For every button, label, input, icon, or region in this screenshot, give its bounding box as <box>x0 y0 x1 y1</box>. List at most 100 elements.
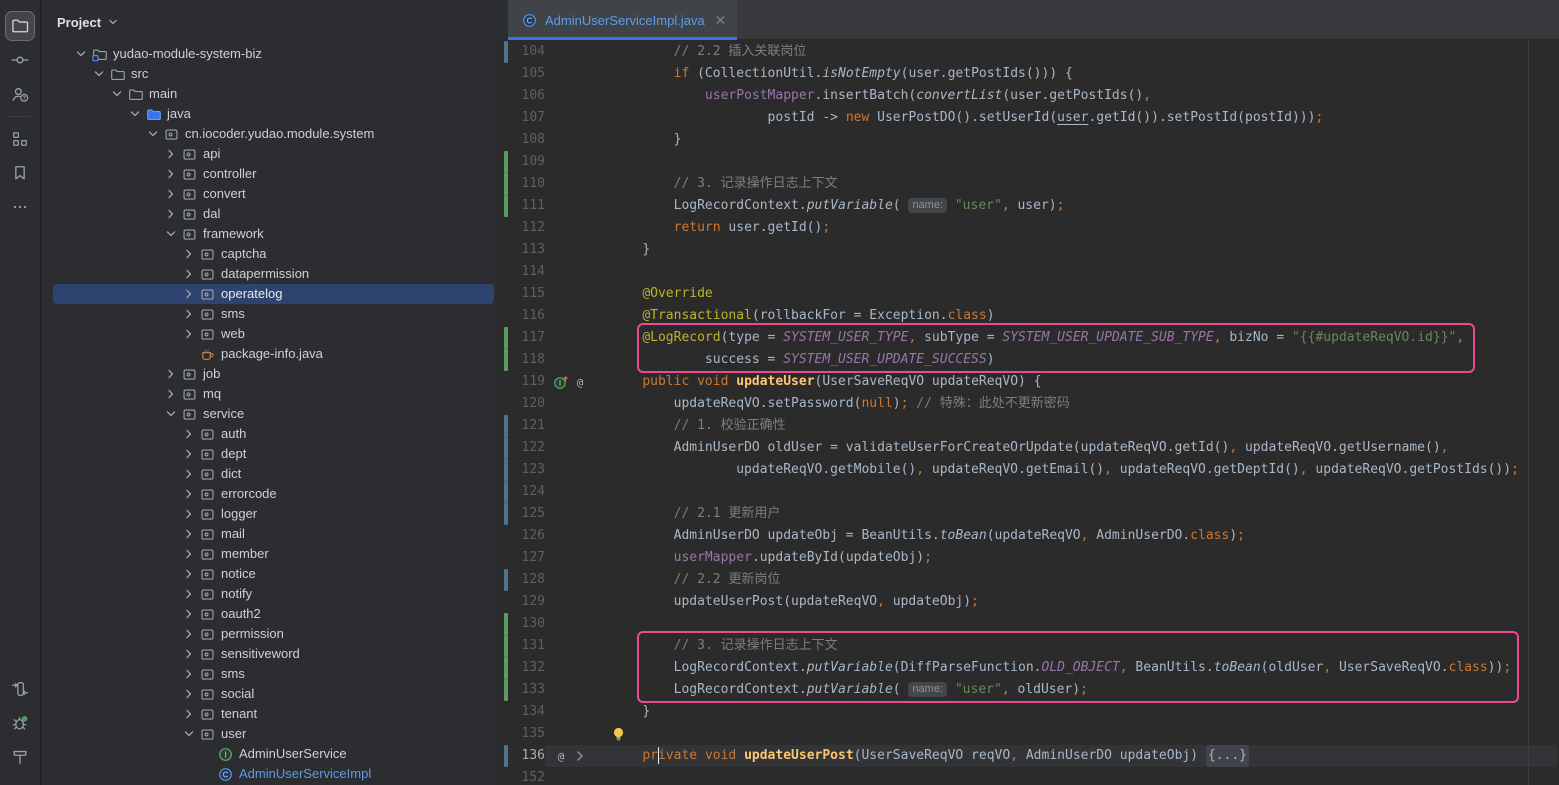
line-number[interactable]: 131 <box>497 635 545 657</box>
line-number[interactable]: 119 <box>497 371 545 393</box>
tree-item-user[interactable]: user <box>53 724 494 744</box>
line-number[interactable]: 112 <box>497 217 545 239</box>
tree-item-api[interactable]: api <box>53 144 494 164</box>
line-number[interactable]: 109 <box>497 151 545 173</box>
line-number[interactable]: 129 <box>497 591 545 613</box>
tree-item-oauth2[interactable]: oauth2 <box>53 604 494 624</box>
tree-item-logger[interactable]: logger <box>53 504 494 524</box>
chevron-right-icon[interactable] <box>163 146 179 162</box>
chevron-right-icon[interactable] <box>181 426 197 442</box>
line-number[interactable]: 121 <box>497 415 545 437</box>
chevron-down-icon[interactable] <box>145 126 161 142</box>
chevron-down-icon[interactable] <box>181 726 197 742</box>
line-number[interactable]: 111 <box>497 195 545 217</box>
chevron-down-icon[interactable] <box>109 86 125 102</box>
chevron-right-icon[interactable] <box>181 246 197 262</box>
line-number[interactable]: 106 <box>497 85 545 107</box>
chevron-right-icon[interactable] <box>181 526 197 542</box>
chevron-right-icon[interactable] <box>163 386 179 402</box>
bookmarks-tool-icon[interactable] <box>6 159 34 187</box>
annotation-gutter-icon[interactable]: @ <box>553 748 569 764</box>
editor-scrollbar[interactable] <box>1528 40 1529 785</box>
line-number[interactable]: 127 <box>497 547 545 569</box>
line-number[interactable]: 120 <box>497 393 545 415</box>
chevron-right-icon[interactable] <box>163 366 179 382</box>
line-number[interactable]: 105 <box>497 63 545 85</box>
chevron-right-icon[interactable] <box>181 566 197 582</box>
tree-item-sms[interactable]: sms <box>53 664 494 684</box>
chevron-right-icon[interactable] <box>181 326 197 342</box>
tree-item-notify[interactable]: notify <box>53 584 494 604</box>
chevron-right-icon[interactable] <box>181 446 197 462</box>
chevron-right-icon[interactable] <box>181 266 197 282</box>
line-number[interactable]: 107 <box>497 107 545 129</box>
build-tool-icon[interactable] <box>6 743 34 771</box>
tree-item-adminuserservice[interactable]: IAdminUserService <box>53 744 494 764</box>
annotation-gutter-icon[interactable]: @ <box>572 374 588 390</box>
chevron-right-icon[interactable] <box>181 686 197 702</box>
tree-item-member[interactable]: member <box>53 544 494 564</box>
tree-item-main[interactable]: main <box>53 84 494 104</box>
tree-item-java[interactable]: java <box>53 104 494 124</box>
chevron-right-icon[interactable] <box>163 186 179 202</box>
chevron-down-icon[interactable] <box>163 226 179 242</box>
tree-item-dal[interactable]: dal <box>53 204 494 224</box>
chevron-down-icon[interactable] <box>127 106 143 122</box>
line-number[interactable]: 135 <box>497 723 545 745</box>
line-number[interactable]: 134 <box>497 701 545 723</box>
chevron-right-icon[interactable] <box>163 166 179 182</box>
close-icon[interactable]: ✕ <box>713 11 729 29</box>
chevron-right-icon[interactable] <box>163 206 179 222</box>
tree-item-job[interactable]: job <box>53 364 494 384</box>
chevron-right-icon[interactable] <box>181 666 197 682</box>
project-panel-header[interactable]: Project <box>57 10 119 34</box>
line-number[interactable]: 123 <box>497 459 545 481</box>
tree-item-controller[interactable]: controller <box>53 164 494 184</box>
tree-item-dict[interactable]: dict <box>53 464 494 484</box>
more-tools-icon[interactable] <box>6 193 34 221</box>
tree-item-mail[interactable]: mail <box>53 524 494 544</box>
services-tool-icon[interactable] <box>6 675 34 703</box>
tree-item-adminuserserviceimpl[interactable]: CAdminUserServiceImpl <box>53 764 494 784</box>
line-number[interactable]: 117 <box>497 327 545 349</box>
line-number[interactable]: 128 <box>497 569 545 591</box>
tree-item-social[interactable]: social <box>53 684 494 704</box>
line-number[interactable]: 118 <box>497 349 545 371</box>
line-number[interactable]: 130 <box>497 613 545 635</box>
editor-area[interactable]: C AdminUserServiceImpl.java ✕ 104 // 2.2… <box>497 0 1559 785</box>
tree-item-cn-iocoder-yudao-module-system[interactable]: cn.iocoder.yudao.module.system <box>53 124 494 144</box>
chevron-right-icon[interactable] <box>181 546 197 562</box>
line-number[interactable]: 110 <box>497 173 545 195</box>
debug-tool-icon[interactable] <box>6 709 34 737</box>
chevron-right-icon[interactable] <box>181 706 197 722</box>
tree-item-convert[interactable]: convert <box>53 184 494 204</box>
tree-item-src[interactable]: src <box>53 64 494 84</box>
fold-chevron-icon[interactable] <box>572 748 588 764</box>
line-number[interactable]: 125 <box>497 503 545 525</box>
line-number[interactable]: 116 <box>497 305 545 327</box>
tree-item-permission[interactable]: permission <box>53 624 494 644</box>
commit-tool-icon[interactable] <box>6 46 34 74</box>
tree-item-dept[interactable]: dept <box>53 444 494 464</box>
tree-item-datapermission[interactable]: datapermission <box>53 264 494 284</box>
structure-tool-icon[interactable] <box>6 125 34 153</box>
line-number[interactable]: 114 <box>497 261 545 283</box>
chevron-right-icon[interactable] <box>181 586 197 602</box>
help-users-tool-icon[interactable]: ? <box>6 80 34 108</box>
line-number[interactable]: 113 <box>497 239 545 261</box>
tree-item-notice[interactable]: notice <box>53 564 494 584</box>
line-number[interactable]: 104 <box>497 41 545 63</box>
chevron-right-icon[interactable] <box>181 646 197 662</box>
chevron-down-icon[interactable] <box>163 406 179 422</box>
implements-gutter-icon[interactable]: I <box>553 374 569 390</box>
tree-item-service[interactable]: service <box>53 404 494 424</box>
line-number[interactable]: 133 <box>497 679 545 701</box>
chevron-right-icon[interactable] <box>181 466 197 482</box>
tree-item-tenant[interactable]: tenant <box>53 704 494 724</box>
chevron-right-icon[interactable] <box>181 286 197 302</box>
line-number[interactable]: 132 <box>497 657 545 679</box>
line-number[interactable]: 115 <box>497 283 545 305</box>
editor-tab-adminuserserviceimpl[interactable]: C AdminUserServiceImpl.java ✕ <box>508 0 737 40</box>
line-number[interactable]: 136 <box>497 745 545 767</box>
line-number[interactable]: 122 <box>497 437 545 459</box>
